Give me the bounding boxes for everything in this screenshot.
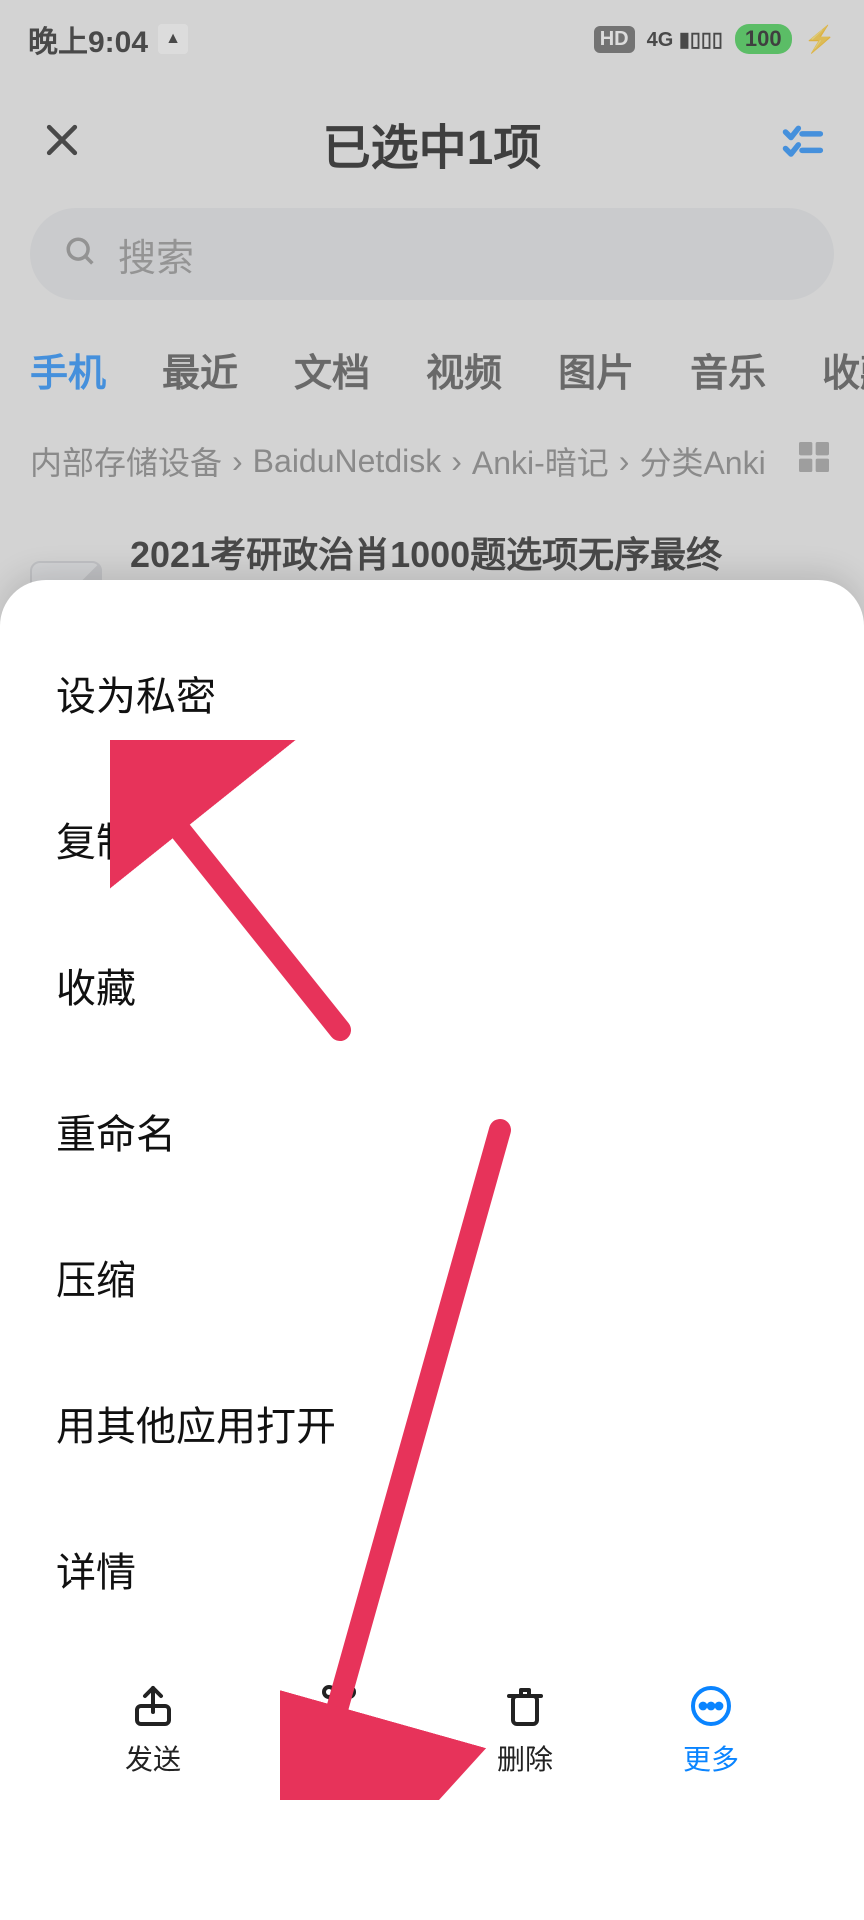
battery-indicator: 100 bbox=[735, 24, 792, 54]
sheet-item-copy[interactable]: 复制 bbox=[0, 766, 864, 912]
tab-video[interactable]: 视频 bbox=[426, 342, 502, 397]
action-delete[interactable]: 删除 bbox=[497, 1682, 553, 1778]
breadcrumb[interactable]: 内部存储设备 › BaiduNetdisk › Anki-暗记 › 分类Anki bbox=[30, 438, 766, 484]
tab-recent[interactable]: 最近 bbox=[162, 342, 238, 397]
search-icon bbox=[64, 235, 98, 274]
charging-icon: ⚡ bbox=[804, 24, 836, 55]
chevron-right-icon: › bbox=[619, 443, 630, 480]
sheet-item-openwith[interactable]: 用其他应用打开 bbox=[0, 1350, 864, 1496]
action-send[interactable]: 发送 bbox=[125, 1682, 181, 1778]
action-more-label: 更多 bbox=[683, 1738, 739, 1778]
status-time: 晚上9:04 bbox=[28, 17, 148, 61]
sheet-item-compress[interactable]: 压缩 bbox=[0, 1204, 864, 1350]
chevron-right-icon: › bbox=[451, 443, 462, 480]
sheet-item-details[interactable]: 详情 bbox=[0, 1496, 864, 1642]
close-button[interactable] bbox=[40, 115, 84, 171]
status-bar: 晚上9:04 ▲ HD 4G ▮▯▯▯ 100 ⚡ bbox=[0, 0, 864, 78]
hd-badge: HD bbox=[594, 26, 635, 53]
action-delete-label: 删除 bbox=[497, 1738, 553, 1778]
select-all-button[interactable] bbox=[780, 121, 824, 165]
tab-image[interactable]: 图片 bbox=[558, 342, 634, 397]
tab-docs[interactable]: 文档 bbox=[294, 342, 370, 397]
crumb-1[interactable]: BaiduNetdisk bbox=[253, 443, 442, 480]
page-title: 已选中1项 bbox=[323, 108, 542, 178]
action-move[interactable]: 移动 bbox=[311, 1682, 367, 1778]
sheet-item-private[interactable]: 设为私密 bbox=[0, 620, 864, 766]
search-placeholder: 搜索 bbox=[118, 227, 194, 282]
action-send-label: 发送 bbox=[125, 1738, 181, 1778]
search-input[interactable]: 搜索 bbox=[30, 208, 834, 300]
crumb-2[interactable]: Anki-暗记 bbox=[472, 438, 609, 484]
view-toggle-button[interactable] bbox=[794, 437, 834, 485]
bottom-action-bar: 发送 移动 删除 更多 bbox=[0, 1662, 864, 1822]
crumb-3[interactable]: 分类Anki bbox=[639, 438, 765, 484]
action-more[interactable]: 更多 bbox=[683, 1682, 739, 1778]
tab-music[interactable]: 音乐 bbox=[690, 342, 766, 397]
sheet-item-favorite[interactable]: 收藏 bbox=[0, 912, 864, 1058]
status-app-icon: ▲ bbox=[158, 24, 188, 54]
tab-phone[interactable]: 手机 bbox=[30, 342, 106, 397]
signal-indicator: 4G ▮▯▯▯ bbox=[647, 27, 723, 52]
more-actions-sheet: 设为私密 复制 收藏 重命名 压缩 用其他应用打开 详情 发送 移动 删除 bbox=[0, 580, 864, 1920]
sheet-item-rename[interactable]: 重命名 bbox=[0, 1058, 864, 1204]
tab-favorite[interactable]: 收藏 bbox=[822, 342, 864, 397]
action-move-label: 移动 bbox=[311, 1738, 367, 1778]
chevron-right-icon: › bbox=[232, 443, 243, 480]
category-tabs: 手机 最近 文档 视频 图片 音乐 收藏 bbox=[0, 300, 864, 423]
crumb-0[interactable]: 内部存储设备 bbox=[30, 438, 222, 484]
